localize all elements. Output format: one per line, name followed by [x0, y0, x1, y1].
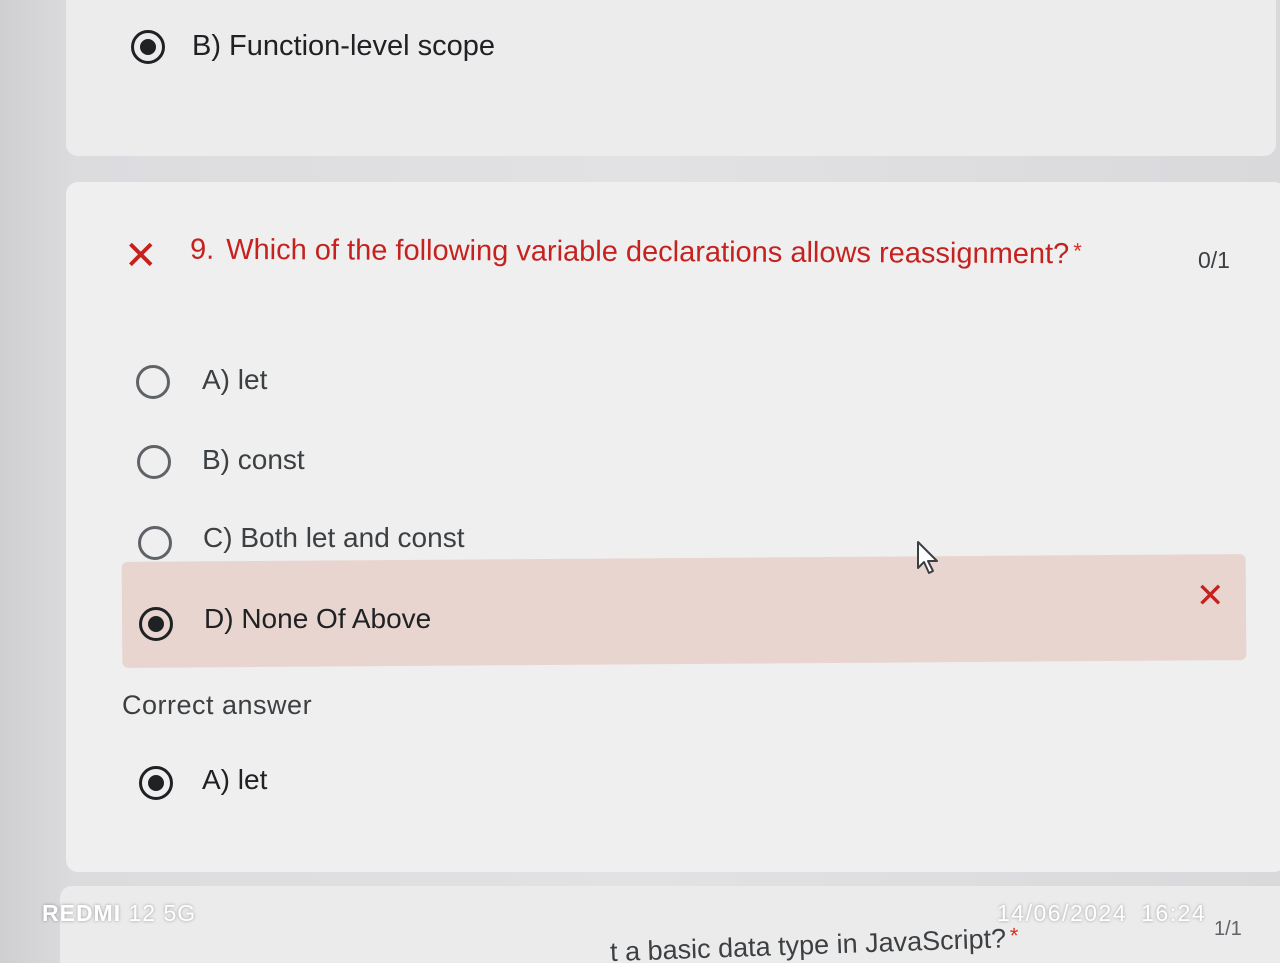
previous-selected-option-label: B) Function-level scope	[192, 30, 496, 62]
option-b-radio[interactable]	[137, 445, 171, 479]
previous-question-card	[66, 0, 1276, 156]
camera-watermark-timestamp: 14/06/2024 16:24	[997, 900, 1206, 927]
close-icon: ✕	[124, 234, 158, 278]
watermark-date: 14/06/2024	[997, 900, 1128, 926]
photo-of-screen: B) Function-level scope ✕ 9. Which of the…	[0, 0, 1280, 963]
correct-answer-heading: Correct answer	[122, 690, 313, 720]
required-asterisk: *	[1073, 238, 1082, 264]
option-d-radio[interactable]	[139, 607, 173, 641]
option-a-label: A) let	[202, 364, 268, 395]
option-c-label: C) Both let and const	[203, 522, 465, 553]
question-text: Which of the following variable declarat…	[226, 233, 1070, 271]
question-score: 0/1	[1198, 247, 1230, 273]
previous-selected-radio[interactable]	[131, 30, 165, 64]
option-b-label: B) const	[202, 444, 305, 475]
option-c-radio[interactable]	[138, 526, 172, 560]
question-number: 9.	[189, 233, 215, 266]
watermark-model: 12 5G	[128, 900, 197, 926]
watermark-brand: REDMI	[42, 900, 122, 926]
camera-watermark-brand: REDMI 12 5G	[42, 900, 196, 927]
mouse-pointer-icon	[917, 541, 938, 574]
question-title: 9. Which of the following variable declar…	[190, 234, 1082, 272]
option-a-radio[interactable]	[136, 365, 170, 399]
correct-answer-radio	[139, 766, 173, 800]
next-question-score: 1/1	[1214, 918, 1242, 940]
close-icon: ✕	[1196, 577, 1225, 615]
watermark-time: 16:24	[1141, 900, 1207, 926]
correct-answer-label: A) let	[202, 764, 268, 795]
option-d-label: D) None Of Above	[204, 603, 432, 634]
